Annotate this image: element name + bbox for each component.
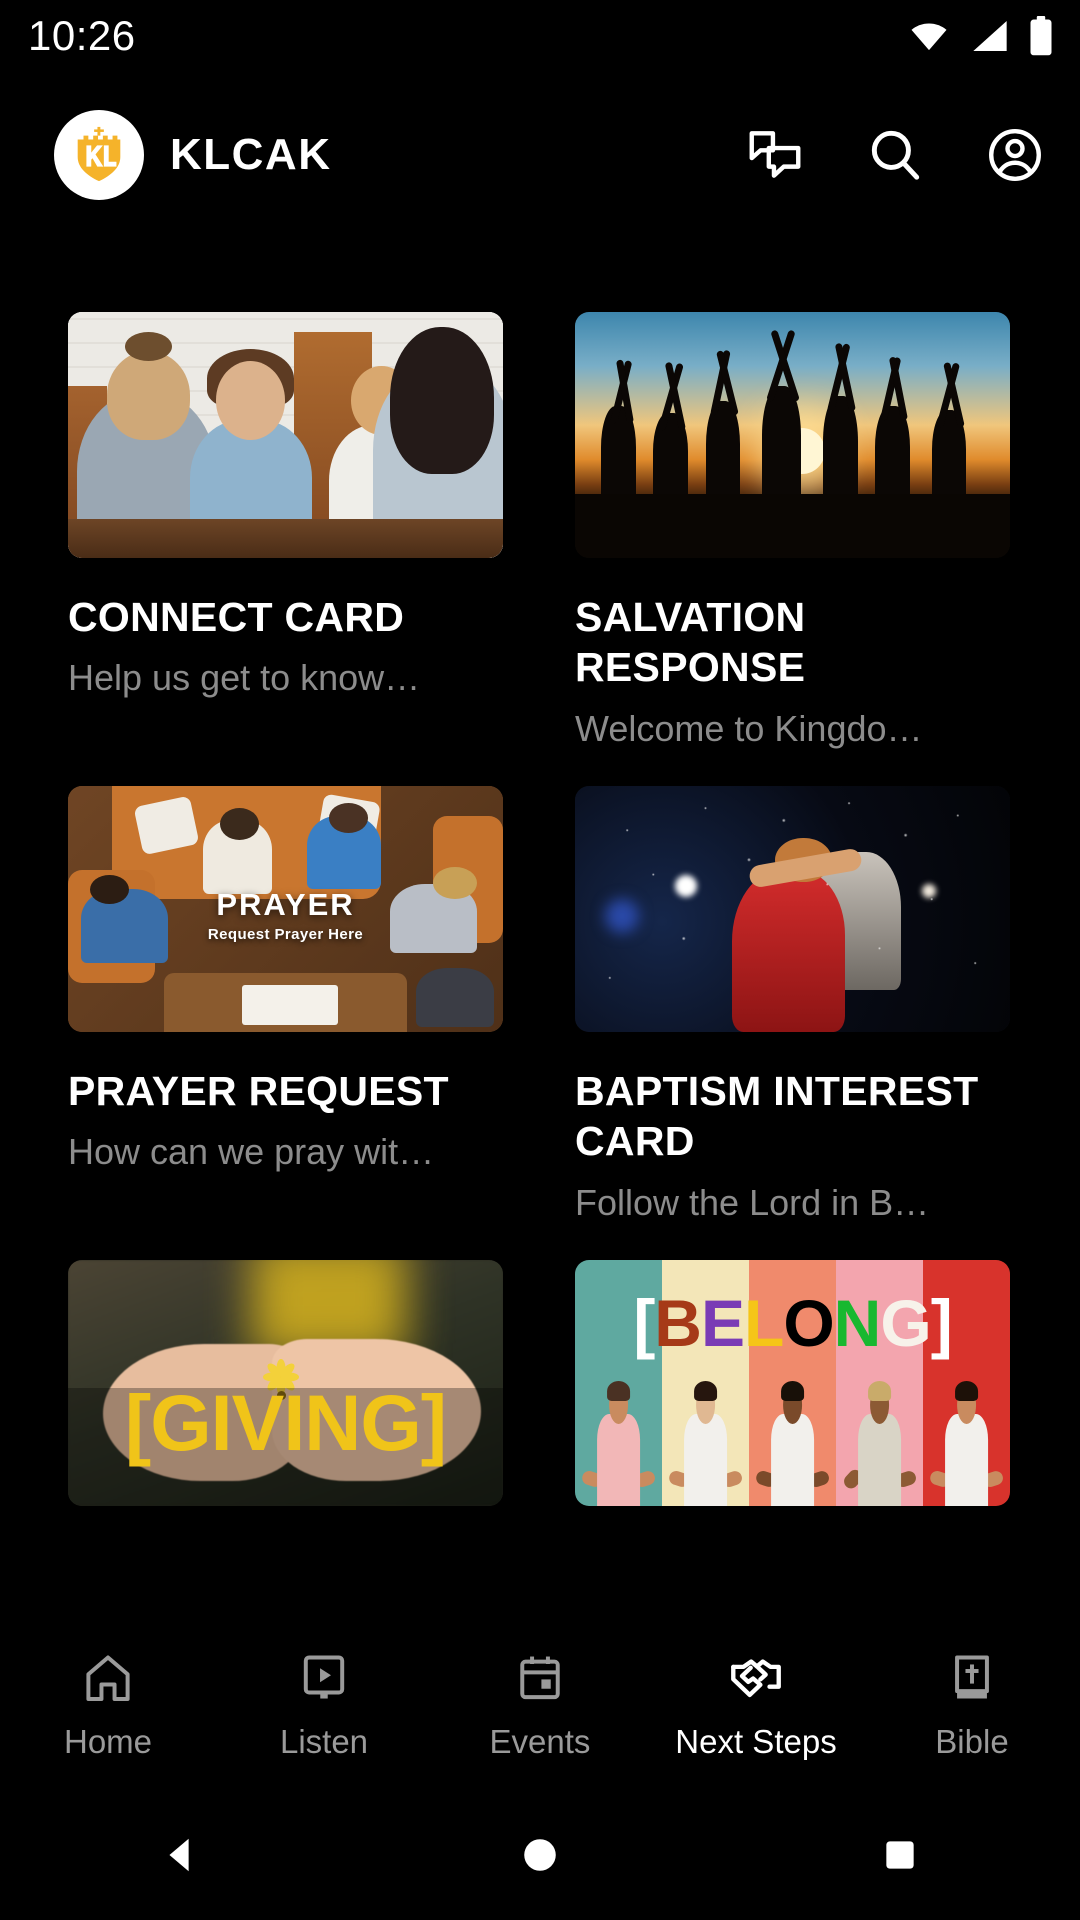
app-root: 10:26 KLCAK CONNECT CARD Help us get to …	[0, 0, 1080, 1920]
card-thumbnail: PRAYER Request Prayer Here	[68, 786, 503, 1033]
belong-overlay-title: [BELONG]	[575, 1290, 1010, 1356]
calendar-icon	[509, 1647, 571, 1709]
square-recents-icon	[886, 1841, 914, 1869]
belong-people-stripes-photo: [BELONG]	[575, 1260, 1010, 1507]
card-thumbnail: [GIVING]	[68, 1260, 503, 1507]
tab-label: Bible	[935, 1723, 1009, 1760]
card-subtitle: Welcome to Kingdo…	[575, 707, 923, 749]
tab-label: Next Steps	[675, 1723, 837, 1760]
prayer-circle-photo: PRAYER Request Prayer Here	[68, 786, 503, 1033]
klcak-logo-icon	[54, 110, 144, 200]
card-connect-card[interactable]: CONNECT CARD Help us get to know…	[68, 312, 503, 750]
card-thumbnail	[575, 312, 1010, 558]
bible-book-icon	[941, 1647, 1003, 1709]
belong-letter: [	[633, 1285, 655, 1360]
account-icon[interactable]	[984, 124, 1046, 186]
search-icon[interactable]	[864, 124, 926, 186]
wifi-icon	[911, 23, 947, 51]
belong-letter: O	[783, 1285, 834, 1360]
prayer-overlay-subtitle: Request Prayer Here	[207, 926, 364, 944]
card-baptism-interest-card[interactable]: BAPTISM INTEREST CARD Follow the Lord in…	[575, 786, 1010, 1224]
status-icons	[906, 15, 1054, 57]
people-at-table-photo	[68, 312, 503, 558]
tab-label: Events	[489, 1723, 591, 1760]
home-button[interactable]	[480, 1790, 600, 1920]
card-thumbnail	[68, 312, 503, 558]
card-title: CONNECT CARD	[68, 594, 405, 640]
card-salvation-response[interactable]: SALVATION RESPONSE Welcome to Kingdo…	[575, 312, 1010, 750]
recents-button[interactable]	[840, 1790, 960, 1920]
status-time: 10:26	[28, 12, 136, 59]
handshake-icon	[725, 1647, 787, 1709]
tab-listen[interactable]: Listen	[216, 1647, 432, 1758]
belong-letter: L	[744, 1285, 784, 1360]
klc-crest-icon	[77, 126, 121, 182]
tab-label: Listen	[279, 1723, 369, 1760]
tab-home[interactable]: Home	[0, 1647, 216, 1758]
battery-icon	[1030, 16, 1052, 56]
header-actions	[744, 124, 1046, 186]
android-navigation-bar	[0, 1790, 1080, 1920]
chat-icon[interactable]	[744, 124, 806, 186]
app-header: KLCAK	[0, 95, 1080, 215]
card-belong[interactable]: [BELONG]	[575, 1260, 1010, 1540]
next-steps-card-grid: CONNECT CARD Help us get to know… SALVAT…	[0, 312, 1080, 1605]
card-prayer-request[interactable]: PRAYER Request Prayer Here PRAYER REQUES…	[68, 786, 503, 1224]
belong-letter: G	[880, 1285, 931, 1360]
card-title: SALVATION RESPONSE	[575, 594, 806, 691]
brand[interactable]: KLCAK	[54, 110, 744, 200]
belong-letter: N	[833, 1285, 882, 1360]
card-title: BAPTISM INTEREST CARD	[575, 1068, 979, 1165]
card-giving[interactable]: [GIVING]	[68, 1260, 503, 1540]
circle-home-icon	[524, 1839, 556, 1871]
brand-name: KLCAK	[170, 130, 332, 179]
tab-events[interactable]: Events	[432, 1647, 648, 1758]
status-bar: 10:26	[0, 0, 1080, 72]
tab-bible[interactable]: Bible	[864, 1647, 1080, 1758]
back-button[interactable]	[120, 1790, 240, 1920]
baptism-embrace-photo	[575, 786, 1010, 1033]
tab-next-steps[interactable]: Next Steps	[648, 1647, 864, 1758]
belong-letter: E	[700, 1285, 745, 1360]
triangle-back-icon	[169, 1838, 189, 1872]
belong-letter: ]	[930, 1285, 953, 1360]
raised-hands-sunset-photo	[575, 312, 1010, 558]
card-subtitle: How can we pray wit…	[68, 1131, 435, 1173]
belong-letter: B	[654, 1285, 702, 1360]
cellular-signal-icon	[973, 21, 1007, 51]
bottom-tab-bar: Home Listen Events Next Steps Bible	[0, 1615, 1080, 1790]
prayer-overlay-title: PRAYER	[216, 886, 355, 922]
giving-hands-flower-photo: [GIVING]	[68, 1260, 503, 1507]
card-subtitle: Help us get to know…	[68, 657, 421, 699]
card-thumbnail: [BELONG]	[575, 1260, 1010, 1507]
home-icon	[77, 1647, 139, 1709]
giving-overlay-title: [GIVING]	[124, 1378, 447, 1468]
media-play-icon	[293, 1647, 355, 1709]
card-thumbnail	[575, 786, 1010, 1033]
card-title: PRAYER REQUEST	[68, 1068, 449, 1115]
tab-label: Home	[63, 1723, 153, 1760]
card-subtitle: Follow the Lord in B…	[575, 1181, 930, 1223]
